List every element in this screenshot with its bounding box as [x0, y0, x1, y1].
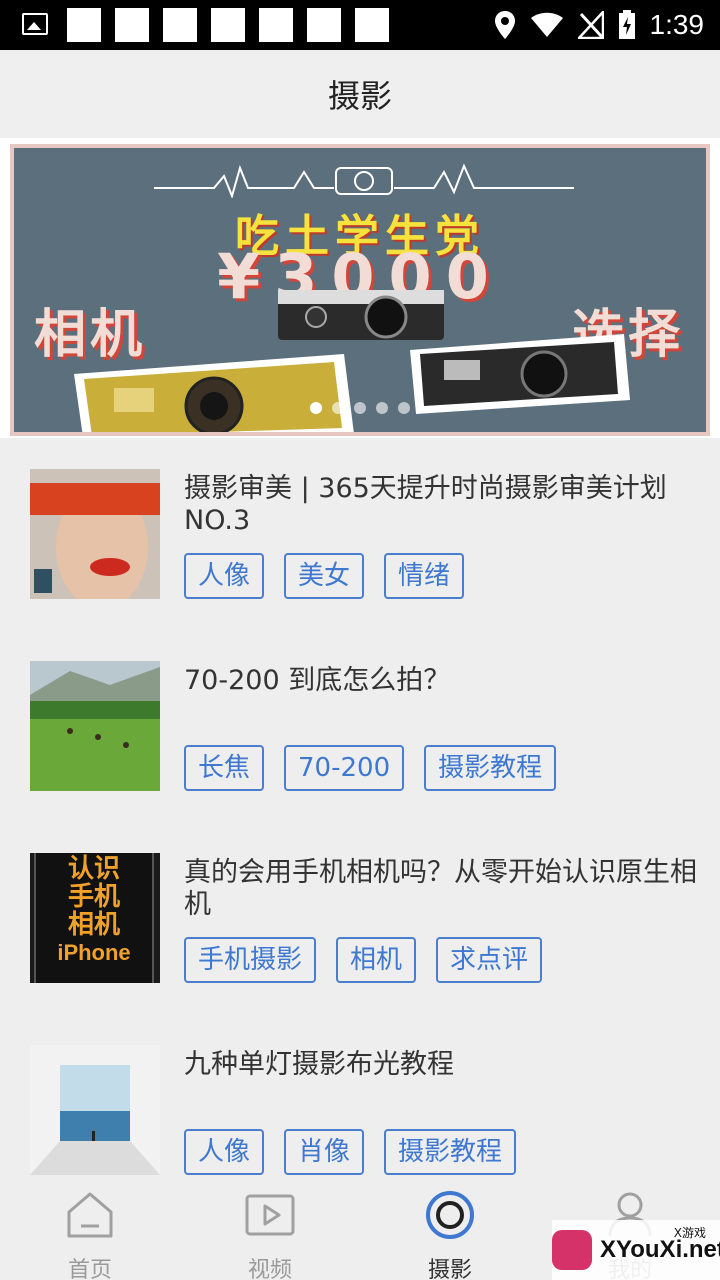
article-thumbnail[interactable] — [30, 469, 160, 599]
location-icon — [494, 11, 515, 39]
watermark: X游戏 XYouXi.net — [552, 1220, 720, 1280]
article-thumbnail[interactable]: 认识 手机 相机 iPhone — [30, 853, 160, 983]
thumbnail-text: 认识 — [67, 854, 120, 884]
status-bar: 1:39 — [0, 0, 720, 50]
no-signal-icon — [577, 11, 604, 39]
article-title[interactable]: 70-200 到底怎么拍？ — [184, 665, 720, 697]
tag-chip[interactable]: 肖像 — [284, 1129, 365, 1175]
nav-tab-home[interactable]: 首页 — [0, 1178, 180, 1280]
nav-tab-photography[interactable]: 摄影 — [360, 1178, 540, 1280]
nav-label: 摄影 — [427, 1258, 472, 1280]
heartbeat-camera-graphic — [154, 163, 574, 198]
wifi-icon — [530, 12, 563, 37]
article-thumbnail[interactable] — [30, 661, 160, 791]
tag-list: 人像 美女 情绪 — [184, 553, 465, 599]
tag-chip[interactable]: 美女 — [284, 553, 365, 599]
tag-chip[interactable]: 长焦 — [184, 745, 265, 791]
thumbnail-text: iPhone — [57, 940, 131, 965]
tag-list: 长焦 70-200 摄影教程 — [184, 745, 557, 791]
tag-chip[interactable]: 人像 — [184, 1129, 265, 1175]
tag-chip[interactable]: 手机摄影 — [184, 937, 317, 983]
notification-icon — [115, 8, 149, 42]
notification-icon — [163, 8, 197, 42]
notification-icon — [355, 8, 389, 42]
article-thumbnail[interactable] — [30, 1045, 160, 1175]
carousel-dot[interactable] — [398, 402, 410, 414]
battery-charging-icon — [618, 10, 635, 39]
article-title[interactable]: 九种单灯摄影布光教程 — [184, 1049, 720, 1081]
home-icon — [67, 1192, 113, 1238]
nav-label: 首页 — [67, 1258, 112, 1280]
banner-slide[interactable]: 吃土学生党 ¥3000 相机 选择 — [10, 144, 710, 436]
article-title[interactable]: 摄影审美 | 365天提升时尚摄影审美计划NO.3 — [184, 473, 720, 537]
carousel-dot[interactable] — [376, 402, 388, 414]
nav-label: 视频 — [247, 1258, 292, 1280]
carousel-dot[interactable] — [354, 402, 366, 414]
tag-list: 人像 肖像 摄影教程 — [184, 1129, 517, 1175]
image-notification-icon — [22, 13, 48, 35]
app-header: 摄影 — [0, 50, 720, 138]
carousel-dot[interactable] — [310, 402, 322, 414]
thumbnail-text: 相机 — [67, 910, 120, 940]
notification-icon — [259, 8, 293, 42]
gamepad-logo-icon — [552, 1230, 592, 1270]
camera-lens-icon — [426, 1191, 474, 1239]
tag-chip[interactable]: 相机 — [336, 937, 417, 983]
article-item[interactable]: 70-200 到底怎么拍？ 长焦 70-200 摄影教程 — [0, 661, 720, 831]
tag-chip[interactable]: 人像 — [184, 553, 265, 599]
article-item[interactable]: 摄影审美 | 365天提升时尚摄影审美计划NO.3 人像 美女 情绪 — [0, 469, 720, 639]
page-title: 摄影 — [327, 77, 392, 115]
clock-time: 1:39 — [649, 9, 705, 40]
video-icon — [245, 1194, 295, 1236]
article-title[interactable]: 真的会用手机相机吗？从零开始认识原生相机 — [184, 857, 720, 921]
article-item[interactable]: 认识 手机 相机 iPhone 真的会用手机相机吗？从零开始认识原生相机 手机摄… — [0, 853, 720, 1023]
thumbnail-text: 手机 — [67, 882, 120, 912]
tag-chip[interactable]: 求点评 — [436, 937, 543, 983]
notification-icon — [211, 8, 245, 42]
tag-chip[interactable]: 70-200 — [284, 745, 405, 791]
tag-chip[interactable]: 摄影教程 — [384, 1129, 517, 1175]
tag-list: 手机摄影 相机 求点评 — [184, 937, 543, 983]
notification-icon — [67, 8, 101, 42]
yellow-camera-illustration — [74, 354, 354, 432]
carousel-dot[interactable] — [332, 402, 344, 414]
watermark-text: XYouXi.net — [600, 1236, 720, 1263]
banner-carousel[interactable]: 吃土学生党 ¥3000 相机 选择 — [0, 138, 720, 438]
carousel-indicators — [14, 402, 706, 414]
tag-chip[interactable]: 情绪 — [384, 553, 465, 599]
nav-tab-video[interactable]: 视频 — [180, 1178, 360, 1280]
notification-icon — [307, 8, 341, 42]
tag-chip[interactable]: 摄影教程 — [424, 745, 557, 791]
